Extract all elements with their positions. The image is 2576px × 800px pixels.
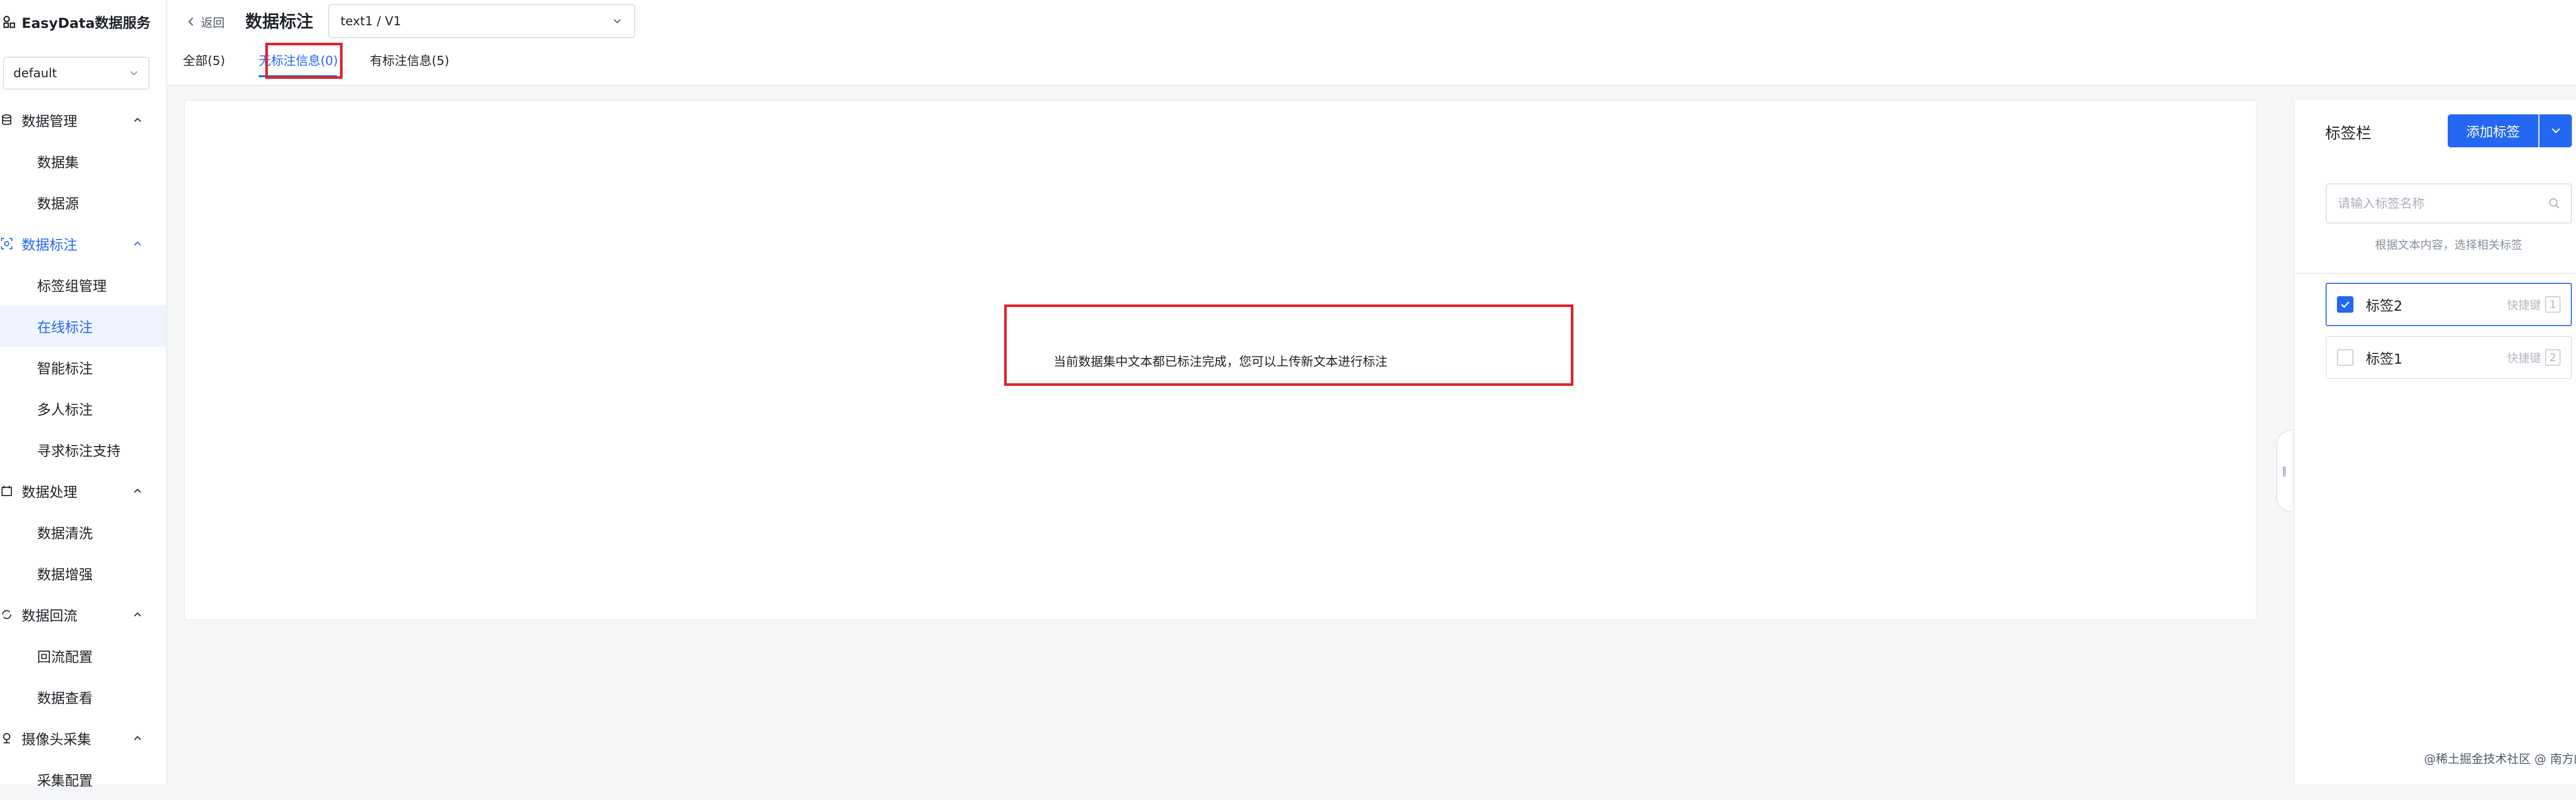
nav-group-data-annotation[interactable]: 数据标注 bbox=[0, 223, 166, 264]
shortcut-key: 2 bbox=[2545, 349, 2561, 366]
workspace-select-value: default bbox=[13, 66, 57, 80]
add-label-dropdown-button[interactable] bbox=[2539, 114, 2572, 147]
search-icon[interactable] bbox=[2548, 197, 2561, 210]
sidebar-item-label-groups[interactable]: 标签组管理 bbox=[0, 264, 166, 305]
chevron-up-icon bbox=[134, 488, 141, 493]
sidebar-item-smart-annotation[interactable]: 智能标注 bbox=[0, 347, 166, 388]
page-title: 数据标注 bbox=[245, 11, 313, 31]
sidebar-item-multi-annotation[interactable]: 多人标注 bbox=[0, 388, 166, 429]
highlight-box-empty-message bbox=[1004, 304, 1573, 386]
chevron-up-icon bbox=[134, 241, 141, 246]
watermark: @稀土掘金技术社区 @ 南方的耳朵 bbox=[2424, 753, 2576, 766]
tab-annotated[interactable]: 有标注信息(5) bbox=[370, 50, 449, 71]
sidebar-item-data-view[interactable]: 数据查看 bbox=[0, 676, 166, 718]
sidebar-item-label: 多人标注 bbox=[37, 402, 93, 418]
label-item-tag2[interactable]: 标签2 快捷键 1 bbox=[2326, 283, 2572, 326]
label-search-box[interactable] bbox=[2326, 183, 2572, 224]
sidebar-item-data-sources[interactable]: 数据源 bbox=[0, 182, 166, 223]
label-checkbox[interactable] bbox=[2337, 349, 2353, 366]
nav-group-data-processing[interactable]: 数据处理 bbox=[0, 470, 166, 512]
chevron-left-icon bbox=[188, 18, 193, 26]
sidebar-item-capture-config[interactable]: 采集配置 bbox=[0, 759, 166, 800]
label-panel-title: 标签栏 bbox=[2325, 125, 2371, 143]
nav-group-label: 数据管理 bbox=[22, 113, 77, 130]
dataset-version-value: text1 / V1 bbox=[341, 14, 401, 28]
database-icon bbox=[2, 114, 11, 125]
brand[interactable]: EasyData数据服务 bbox=[0, 0, 166, 43]
empty-state-message: 当前数据集中文本都已标注完成，您可以上传新文本进行标注 bbox=[1054, 354, 1387, 369]
highlight-box-tab bbox=[265, 43, 343, 79]
label-name: 标签2 bbox=[2366, 298, 2403, 314]
sidebar-item-data-augmentation[interactable]: 数据增强 bbox=[0, 553, 166, 594]
label-hint: 根据文本内容，选择相关标签 bbox=[2375, 239, 2522, 252]
nav-group-label: 数据标注 bbox=[22, 237, 77, 253]
sidebar-item-label: 采集配置 bbox=[37, 773, 93, 789]
dataset-version-select[interactable]: text1 / V1 bbox=[328, 4, 635, 38]
brand-logo-icon bbox=[3, 15, 15, 28]
add-label-button[interactable]: 添加标签 bbox=[2448, 114, 2538, 147]
sidebar-item-label: 标签组管理 bbox=[37, 278, 107, 295]
divider bbox=[2294, 273, 2576, 274]
annotate-icon bbox=[1, 238, 12, 249]
label-search-input[interactable] bbox=[2337, 196, 2548, 211]
label-name: 标签1 bbox=[2366, 351, 2403, 367]
nav-group-camera-capture[interactable]: 摄像头采集 bbox=[0, 718, 166, 759]
back-button[interactable]: 返回 bbox=[185, 11, 225, 32]
shortcut-label: 快捷键 bbox=[2506, 299, 2541, 312]
sidebar-item-data-cleaning[interactable]: 数据清洗 bbox=[0, 512, 166, 553]
check-icon bbox=[2341, 301, 2349, 308]
camera-icon bbox=[3, 733, 10, 743]
back-label: 返回 bbox=[201, 16, 225, 30]
chevron-down-icon bbox=[130, 71, 138, 76]
sidebar-item-label: 寻求标注支持 bbox=[37, 443, 121, 459]
process-icon bbox=[2, 486, 12, 496]
reflow-icon bbox=[2, 610, 11, 619]
sidebar-item-datasets[interactable]: 数据集 bbox=[0, 141, 166, 182]
nav-group-data-management[interactable]: 数据管理 bbox=[0, 99, 166, 141]
sidebar-item-label: 数据源 bbox=[37, 196, 79, 212]
label-checkbox[interactable] bbox=[2337, 296, 2353, 313]
nav-group-label: 数据处理 bbox=[22, 484, 77, 501]
nav-group-label: 摄像头采集 bbox=[22, 731, 91, 748]
tab-all[interactable]: 全部(5) bbox=[183, 50, 225, 71]
sidebar-item-online-annotation[interactable]: 在线标注 bbox=[0, 305, 166, 347]
label-item-tag1[interactable]: 标签1 快捷键 2 bbox=[2326, 336, 2572, 379]
sidebar-item-label: 数据集 bbox=[37, 155, 79, 171]
nav-group-data-reflow[interactable]: 数据回流 bbox=[0, 594, 166, 635]
sidebar-item-annotation-support[interactable]: 寻求标注支持 bbox=[0, 429, 166, 470]
sidebar-item-label: 数据查看 bbox=[37, 690, 93, 707]
shortcut-label: 快捷键 bbox=[2506, 352, 2541, 365]
workspace-select[interactable]: default bbox=[3, 57, 149, 90]
brand-name: EasyData数据服务 bbox=[22, 15, 151, 31]
sidebar-item-label: 智能标注 bbox=[37, 361, 93, 377]
drag-handle-icon: ∥ bbox=[2282, 465, 2287, 477]
chevron-down-icon bbox=[2551, 128, 2560, 133]
nav-group-label: 数据回流 bbox=[22, 608, 77, 624]
sidebar-item-label: 数据增强 bbox=[37, 567, 93, 583]
chevron-up-icon bbox=[134, 736, 141, 740]
panel-resize-handle[interactable]: ∥ bbox=[2276, 430, 2292, 512]
chevron-up-icon bbox=[134, 612, 141, 617]
sidebar-item-reflow-config[interactable]: 回流配置 bbox=[0, 635, 166, 676]
chevron-down-icon bbox=[614, 19, 621, 24]
sidebar-item-label: 回流配置 bbox=[37, 649, 93, 666]
sidebar-item-label: 在线标注 bbox=[37, 319, 93, 336]
chevron-up-icon bbox=[134, 117, 141, 122]
shortcut-key: 1 bbox=[2545, 296, 2561, 313]
sidebar-item-label: 数据清洗 bbox=[37, 525, 93, 542]
